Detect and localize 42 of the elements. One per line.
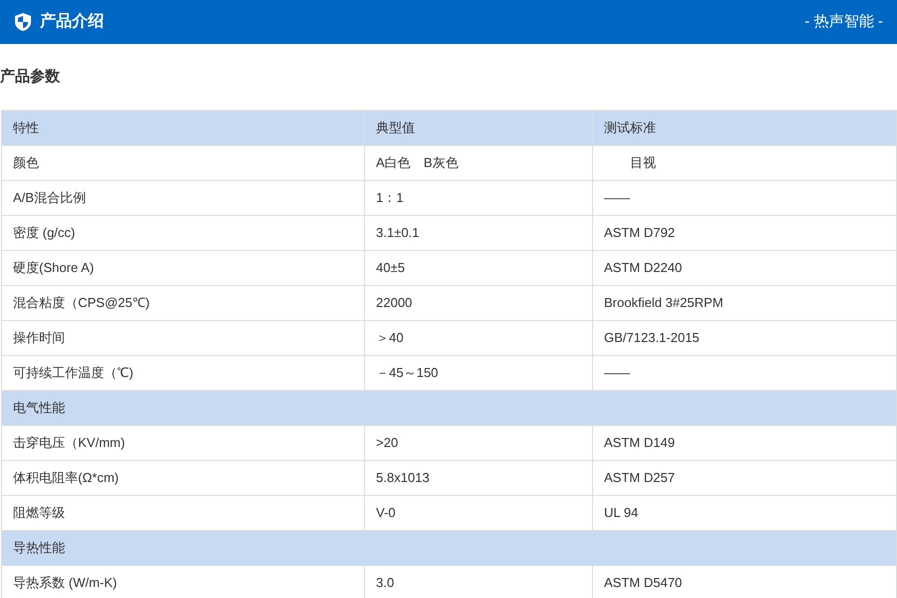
table-cell-text: 混合粘度（CPS@25℃) [13,294,150,312]
shield-icon [14,12,32,32]
table-cell-text: ASTM D792 [604,224,675,242]
table-cell-text: V-0 [376,504,396,522]
table-cell-text: ASTM D257 [604,469,675,488]
table-cell-text: —— [604,364,630,382]
section-heading: 产品参数 [0,66,60,87]
table-cell-text: 体积电阻率(Ω*cm) [13,469,119,488]
table-cell-text: 40±5 [376,259,405,278]
table-cell-text: UL 94 [604,504,638,522]
table-cell-text: Brookfield 3#25RPM [604,294,724,312]
table-cell-text: 阻燃等级 [13,504,65,522]
table-cell-text: －45～150 [376,364,438,382]
table-cell-text: ＞40 [376,329,404,348]
table-cell-text: 可持续工作温度（℃) [13,364,134,382]
column-header: 测试标准 [604,119,656,138]
header-tagline: - 热声智能 - [804,12,883,32]
table-cell-text: 硬度(Shore A) [13,259,94,278]
table-cell-text: 操作时间 [13,329,65,348]
table-cell-text: 击穿电压（KV/mm) [13,434,125,452]
header-title: 产品介绍 [40,11,104,32]
table-cell-text: A白色 B灰色 [376,154,458,172]
table-cell-text: 1：1 [376,189,404,208]
table-cell-text: 颜色 [13,154,39,172]
table-cell-text: 导热系数 (W/m-K) [13,574,117,592]
table-cell-text: 目视 [629,154,656,172]
table-cell-text: 密度 (g/cc) [13,224,76,242]
table-cell-text: 3.1±0.1 [376,224,420,242]
column-header: 特性 [13,119,39,138]
table-cell-text: 3.0 [376,574,394,592]
table-cell-text: ASTM D2240 [604,259,682,278]
table-cell-text: ASTM D5470 [604,574,682,592]
table-cell-text: >20 [376,434,398,452]
table-cell-text: A/B混合比例 [13,189,86,208]
table-cell-text: 5.8x1013 [376,469,430,488]
table-cell-text: ASTM D149 [604,434,675,452]
section-row-label: 电气性能 [13,399,65,418]
table-cell-text: GB/7123.1-2015 [604,329,700,348]
table-cell-text: 22000 [376,294,412,312]
column-header: 典型值 [376,119,415,138]
section-row-label: 导热性能 [13,539,65,558]
table-cell-text: —— [604,189,630,208]
